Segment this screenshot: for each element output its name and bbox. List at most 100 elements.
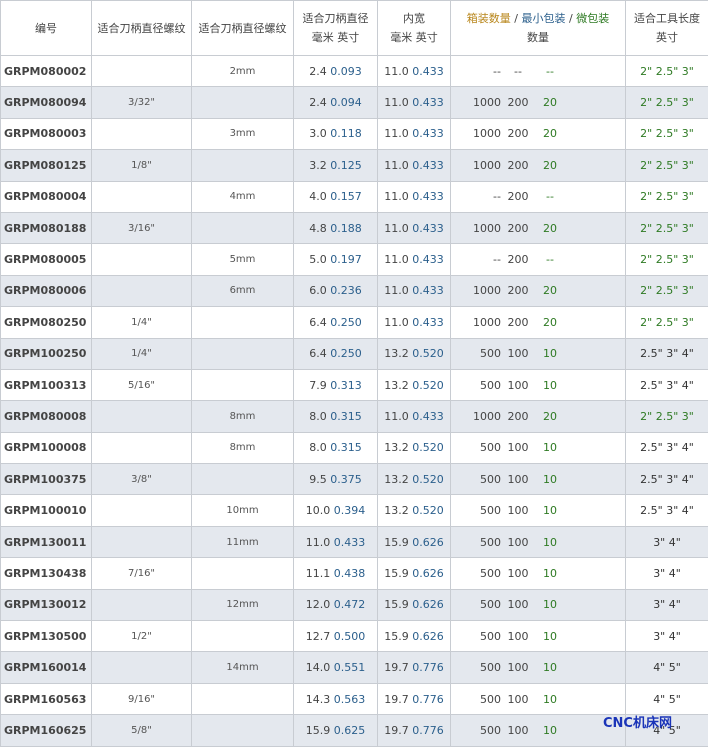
cell-mm-thread: 8mm [191, 431, 294, 465]
cell-diameter: 3.0 0.118 [293, 117, 378, 151]
header-code: 编号 [0, 0, 92, 56]
cell-bore: 11.0 0.433 [377, 400, 451, 433]
cell-packaging: 500 100 10 [450, 557, 626, 590]
diameter-in: 0.236 [330, 284, 362, 298]
bore-mm: 11.0 [384, 190, 409, 204]
cell-packaging: 1000 200 20 [450, 86, 626, 119]
diameter-mm: 6.4 [309, 347, 327, 361]
cell-packaging: 500 100 10 [450, 588, 626, 622]
header-row: 编号 适合刀柄直径螺纹 适合刀柄直径螺纹 适合刀柄直径 毫米 英寸 内宽 毫米 … [0, 0, 708, 56]
min-qty: 100 [507, 441, 529, 455]
table-row: GRPM130011 11mm 11.0 0.433 15.9 0.626 500 100… [0, 525, 708, 559]
cell-code: GRPM130012 [0, 588, 92, 622]
diameter-in: 0.472 [333, 598, 366, 612]
diameter-in: 0.118 [330, 127, 362, 141]
table-row: GRPM080003 3mm 3.0 0.118 11.0 0.433 1000 200 2… [0, 117, 708, 151]
bore-in: 0.626 [412, 598, 444, 612]
table-row: GRPM080005 5mm 5.0 0.197 11.0 0.433 -- 200 -- 2… [0, 243, 708, 276]
cell-length: 3" 4" [625, 588, 708, 622]
bore-in: 0.433 [412, 253, 444, 267]
bore-mm: 15.9 [384, 566, 409, 580]
cell-packaging: 1000 200 20 [450, 117, 626, 151]
table-row: GRPM160563 9/16" 14.3 0.563 19.7 0.776 500 10… [0, 682, 708, 716]
diameter-mm: 10.0 [305, 504, 331, 518]
min-qty: 100 [507, 692, 529, 706]
header-frac-thread: 适合刀柄直径螺纹 [91, 0, 192, 56]
cell-frac-thread: 5/16" [91, 368, 192, 402]
cell-bore: 11.0 0.433 [377, 180, 451, 213]
cell-packaging: 1000 200 20 [450, 274, 626, 308]
bore-mm: 11.0 [384, 221, 409, 235]
micro-qty: 10 [543, 629, 557, 643]
bore-in: 0.626 [412, 535, 444, 549]
diameter-mm: 12.0 [305, 598, 331, 612]
cell-bore: 13.2 0.520 [377, 463, 451, 496]
micro-qty: 10 [543, 472, 557, 486]
min-qty: 100 [507, 378, 529, 392]
cell-mm-thread [191, 149, 294, 182]
table-row: GRPM080188 3/16" 4.8 0.188 11.0 0.433 1000 20… [0, 211, 708, 245]
diameter-in: 0.250 [330, 315, 362, 329]
bore-in: 0.626 [412, 566, 444, 580]
cell-bore: 11.0 0.433 [377, 274, 451, 308]
bore-mm: 19.7 [384, 692, 409, 706]
cell-diameter: 6.4 0.250 [293, 337, 378, 370]
micro-qty: 10 [543, 378, 557, 392]
bore-in: 0.776 [412, 692, 444, 706]
bore-in: 0.776 [412, 661, 444, 675]
micro-qty: 20 [543, 96, 557, 110]
cell-length: 2" 2.5" 3" [625, 400, 708, 433]
box-qty: 1000 [473, 315, 501, 329]
box-qty: 1000 [473, 96, 501, 110]
bore-in: 0.433 [412, 409, 444, 423]
cell-frac-thread: 1/8" [91, 149, 192, 182]
table-row: GRPM080006 6mm 6.0 0.236 11.0 0.433 1000 200 2… [0, 274, 708, 308]
diameter-mm: 6.4 [309, 315, 327, 329]
bore-mm: 11.0 [384, 284, 409, 298]
micro-qty: 10 [543, 661, 557, 675]
cell-packaging: 500 100 10 [450, 525, 626, 559]
cell-packaging: 500 100 10 [450, 431, 626, 465]
diameter-in: 0.500 [333, 629, 366, 643]
cell-length: 2.5" 3" 4" [625, 494, 708, 527]
cell-bore: 15.9 0.626 [377, 557, 451, 590]
cell-code: GRPM160014 [0, 651, 92, 684]
table-row: GRPM100313 5/16" 7.9 0.313 13.2 0.520 500 100… [0, 368, 708, 402]
cell-diameter: 5.0 0.197 [293, 243, 378, 276]
min-qty: 100 [507, 566, 529, 580]
micro-qty: 10 [543, 441, 557, 455]
diameter-in: 0.093 [330, 64, 362, 78]
box-qty: 500 [480, 566, 501, 580]
diameter-mm: 11.0 [305, 535, 331, 549]
box-qty: 500 [480, 378, 501, 392]
cell-length: 2" 2.5" 3" [625, 274, 708, 308]
diameter-mm: 3.0 [309, 127, 327, 141]
bore-mm: 11.0 [384, 315, 409, 329]
cell-frac-thread: 3/32" [91, 86, 192, 119]
micro-qty: -- [546, 190, 554, 204]
bore-in: 0.520 [412, 347, 444, 361]
table-row: GRPM160625 5/8" 15.9 0.625 19.7 0.776 500 100… [0, 714, 708, 747]
cell-length: 2.5" 3" 4" [625, 463, 708, 496]
cell-mm-thread: 10mm [191, 494, 294, 527]
diameter-mm: 14.3 [305, 692, 331, 706]
diameter-in: 0.313 [330, 378, 362, 392]
cell-length: 4" 5" [625, 651, 708, 684]
micro-qty: 10 [543, 504, 557, 518]
box-qty: 1000 [473, 158, 501, 172]
cell-length: 3" 4" [625, 525, 708, 559]
min-qty: 200 [507, 409, 529, 423]
micro-qty: 20 [543, 127, 557, 141]
cell-length: 2.5" 3" 4" [625, 431, 708, 465]
cell-mm-thread: 12mm [191, 588, 294, 622]
cell-bore: 11.0 0.433 [377, 211, 451, 245]
micro-qty: -- [546, 253, 554, 267]
cell-code: GRPM100010 [0, 494, 92, 527]
micro-qty: 10 [543, 535, 557, 549]
min-qty: 200 [507, 315, 529, 329]
cell-bore: 11.0 0.433 [377, 54, 451, 88]
bore-mm: 13.2 [384, 472, 409, 486]
table-row: GRPM130012 12mm 12.0 0.472 15.9 0.626 500 100… [0, 588, 708, 622]
cell-code: GRPM080250 [0, 306, 92, 339]
cell-diameter: 12.7 0.500 [293, 620, 378, 653]
